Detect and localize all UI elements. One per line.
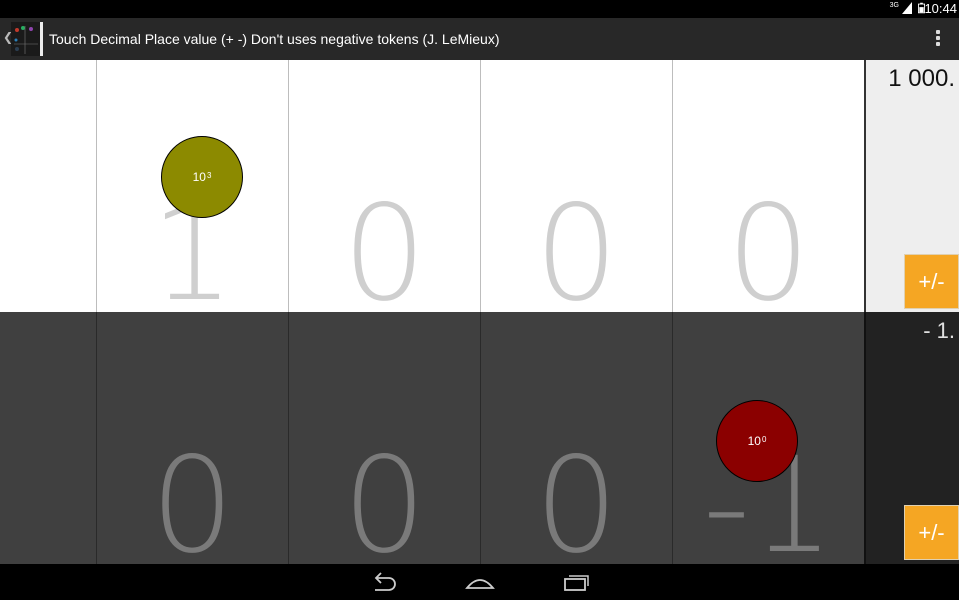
place-column[interactable]: 0: [288, 60, 480, 312]
place-column[interactable]: 0: [480, 60, 672, 312]
place-digit: 0: [726, 177, 811, 312]
positive-row: 1 0 0 0 10 3 1 000. +/-: [0, 60, 959, 312]
signal-icon: [902, 2, 912, 14]
token-base: 10: [747, 434, 761, 448]
place-digit: 0: [342, 429, 427, 564]
negative-row: 0 0 0 -1 10 0 - 1. +/-: [0, 312, 959, 564]
place-column[interactable]: 0: [672, 60, 864, 312]
place-column[interactable]: 0: [480, 312, 672, 564]
place-digit: 0: [534, 177, 619, 312]
positive-sign-toggle-button[interactable]: +/-: [904, 254, 959, 309]
place-column[interactable]: [0, 312, 96, 564]
token-ten-power[interactable]: 10 0: [716, 400, 798, 482]
back-icon[interactable]: [369, 570, 399, 594]
negative-sign-toggle-button[interactable]: +/-: [904, 505, 959, 560]
token-ten-power[interactable]: 10 3: [161, 136, 243, 218]
positive-total-value: 1 000.: [888, 65, 955, 92]
place-digit: 0: [534, 429, 619, 564]
network-type-label: 3G: [889, 1, 899, 9]
token-exponent: 3: [206, 170, 212, 180]
negative-total-panel: - 1. +/-: [864, 312, 959, 564]
place-value-board: 1 0 0 0 10 3 1 000. +/- 0 0 0 -1 10 0 - …: [0, 60, 959, 564]
status-time: 10:44: [924, 1, 957, 16]
place-column[interactable]: 0: [96, 312, 288, 564]
place-column[interactable]: [0, 60, 96, 312]
app-icon[interactable]: [11, 22, 43, 56]
place-digit: 0: [342, 177, 427, 312]
place-column[interactable]: 0: [288, 312, 480, 564]
positive-total-panel: 1 000. +/-: [864, 60, 959, 312]
negative-total-value: - 1.: [923, 318, 955, 343]
place-digit: 0: [150, 429, 235, 564]
overflow-menu-icon[interactable]: [935, 30, 941, 48]
action-bar: ❮ Touch Decimal Place value (+ -) Don't …: [0, 18, 959, 60]
recent-apps-icon[interactable]: [561, 570, 591, 594]
token-base: 10: [192, 170, 206, 184]
navigation-bar: [0, 564, 959, 600]
app-title: Touch Decimal Place value (+ -) Don't us…: [49, 31, 500, 47]
status-icons: 3G: [890, 2, 925, 14]
token-exponent: 0: [761, 434, 767, 444]
status-bar: 3G 10:44: [0, 0, 959, 18]
home-icon[interactable]: [465, 570, 495, 594]
